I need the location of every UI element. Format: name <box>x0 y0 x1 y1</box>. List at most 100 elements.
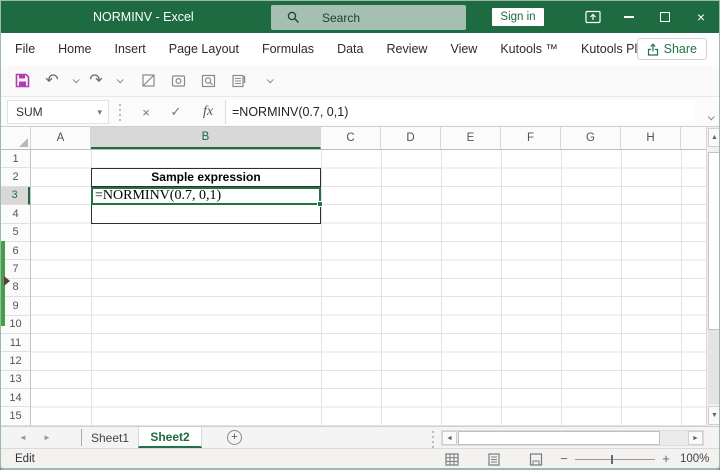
ribbon-tab-bar: File Home Insert Page Layout Formulas Da… <box>1 33 719 65</box>
sheet-tab-sheet1[interactable]: Sheet1 <box>83 427 137 448</box>
tab-page-layout[interactable]: Page Layout <box>169 42 239 56</box>
undo-button[interactable]: ↶ <box>41 69 63 93</box>
next-sheet-button[interactable]: ► <box>37 427 57 448</box>
column-header-f[interactable]: F <box>501 127 561 149</box>
normal-view-button[interactable] <box>441 452 463 467</box>
sign-in-button[interactable]: Sign in <box>492 8 544 26</box>
row-header-13[interactable]: 13 <box>1 371 30 389</box>
formula-input[interactable]: =NORMINV(0.7, 0,1) <box>226 100 695 124</box>
redo-button[interactable]: ↷ <box>85 69 107 93</box>
search-input[interactable]: Search <box>271 5 466 30</box>
save-button[interactable] <box>11 69 33 93</box>
tab-view[interactable]: View <box>450 42 477 56</box>
row-header-15[interactable]: 15 <box>1 407 30 425</box>
vertical-scrollbar[interactable]: ▲ ▼ <box>706 127 720 426</box>
horizontal-scrollbar-thumb[interactable] <box>458 431 660 445</box>
undo-dropdown[interactable] <box>63 69 85 93</box>
tab-kutools[interactable]: Kutools ™ <box>500 42 558 56</box>
tab-insert[interactable]: Insert <box>115 42 146 56</box>
page-break-preview-button[interactable] <box>525 452 547 467</box>
ribbon-display-options-icon <box>585 10 601 24</box>
gridline <box>321 150 322 426</box>
zoom-out-button[interactable]: − <box>556 449 572 469</box>
scroll-up-button[interactable]: ▲ <box>708 128 720 147</box>
page-layout-view-icon <box>487 453 501 466</box>
scroll-left-button[interactable]: ◄ <box>442 431 457 445</box>
horizontal-scrollbar[interactable]: ◄ ► <box>441 430 704 446</box>
close-button[interactable]: × <box>683 1 719 33</box>
row-header-6[interactable]: 6 <box>1 242 30 260</box>
column-header-h[interactable]: H <box>621 127 681 149</box>
tab-home[interactable]: Home <box>58 42 91 56</box>
draw-mode-button[interactable] <box>137 69 159 93</box>
chevron-down-icon <box>73 76 80 83</box>
expand-formula-bar-button[interactable] <box>705 107 713 125</box>
maximize-button[interactable] <box>647 1 683 33</box>
column-header-g[interactable]: G <box>561 127 621 149</box>
tab-review[interactable]: Review <box>386 42 427 56</box>
cancel-entry-button[interactable]: × <box>133 100 159 124</box>
tab-formulas[interactable]: Formulas <box>262 42 314 56</box>
scroll-right-button[interactable]: ► <box>688 431 703 445</box>
tab-file[interactable]: File <box>15 42 35 56</box>
quick-print-button[interactable] <box>227 69 249 93</box>
zoom-level[interactable]: 100% <box>680 449 709 469</box>
row-header-14[interactable]: 14 <box>1 389 30 407</box>
row-header-11[interactable]: 11 <box>1 334 30 352</box>
add-sheet-button[interactable]: + <box>227 430 242 445</box>
minimize-button[interactable] <box>611 1 647 33</box>
redo-dropdown[interactable] <box>107 69 129 93</box>
ribbon-display-options-button[interactable] <box>575 1 611 33</box>
column-header-d[interactable]: D <box>381 127 441 149</box>
row-header-10[interactable]: 10 <box>1 316 30 334</box>
scroll-down-button[interactable]: ▼ <box>708 406 720 425</box>
formula-bar-resize-handle[interactable] <box>119 104 121 106</box>
zoom-slider[interactable] <box>575 459 655 460</box>
row-headers: 1 2 3 4 5 6 7 8 9 10 11 12 13 14 15 <box>1 150 31 426</box>
vertical-scrollbar-thumb[interactable] <box>708 152 720 330</box>
quick-access-toolbar: ↶ ↷ <box>1 65 719 97</box>
tab-bar-resize-handle[interactable] <box>432 431 434 433</box>
column-header-e[interactable]: E <box>441 127 501 149</box>
cell-b4[interactable] <box>91 205 321 223</box>
share-icon <box>647 43 659 56</box>
tab-data[interactable]: Data <box>337 42 363 56</box>
page-break-preview-icon <box>529 453 543 466</box>
row-header-2[interactable]: 2 <box>1 168 30 186</box>
column-header-c[interactable]: C <box>321 127 381 149</box>
worksheet-grid[interactable]: 1 2 3 4 5 6 7 8 9 10 11 12 13 14 15 Samp… <box>1 150 706 426</box>
chevron-down-icon: ▾ <box>97 107 102 118</box>
vertical-scrollbar-track[interactable] <box>708 330 720 404</box>
row-header-5[interactable]: 5 <box>1 224 30 242</box>
gridline <box>681 150 682 426</box>
row-header-4[interactable]: 4 <box>1 205 30 223</box>
share-button[interactable]: Share <box>637 38 707 60</box>
column-header-b[interactable]: B <box>91 127 321 149</box>
fill-handle[interactable] <box>317 201 323 207</box>
row-header-1[interactable]: 1 <box>1 150 30 168</box>
picture-icon <box>171 74 186 88</box>
insert-function-button[interactable]: fx <box>195 100 221 124</box>
select-all-button[interactable] <box>1 127 31 149</box>
row-header-9[interactable]: 9 <box>1 297 30 315</box>
sheet-tab-sheet2[interactable]: Sheet2 <box>138 427 202 448</box>
print-preview-button[interactable] <box>197 69 219 93</box>
cell-b2[interactable]: Sample expression <box>91 168 321 186</box>
row-header-3[interactable]: 3 <box>1 187 30 205</box>
minimize-icon <box>624 16 634 18</box>
zoom-in-button[interactable]: + <box>658 449 674 469</box>
camera-button[interactable] <box>167 69 189 93</box>
cell-b3-active-edit[interactable]: =NORMINV(0.7, 0,1) <box>91 187 321 205</box>
previous-sheet-button[interactable]: ◄ <box>13 427 33 448</box>
name-box[interactable]: SUM ▾ <box>7 100 109 124</box>
undo-icon: ↶ <box>45 73 58 89</box>
customize-qat-button[interactable] <box>257 69 279 93</box>
confirm-entry-button[interactable]: ✓ <box>163 100 189 124</box>
maximize-icon <box>660 12 670 22</box>
share-label: Share <box>664 42 697 56</box>
row-header-12[interactable]: 12 <box>1 352 30 370</box>
column-header-a[interactable]: A <box>31 127 91 149</box>
page-layout-view-button[interactable] <box>483 452 505 467</box>
column-header-partial[interactable] <box>681 127 706 149</box>
zoom-slider-thumb[interactable] <box>611 455 613 464</box>
